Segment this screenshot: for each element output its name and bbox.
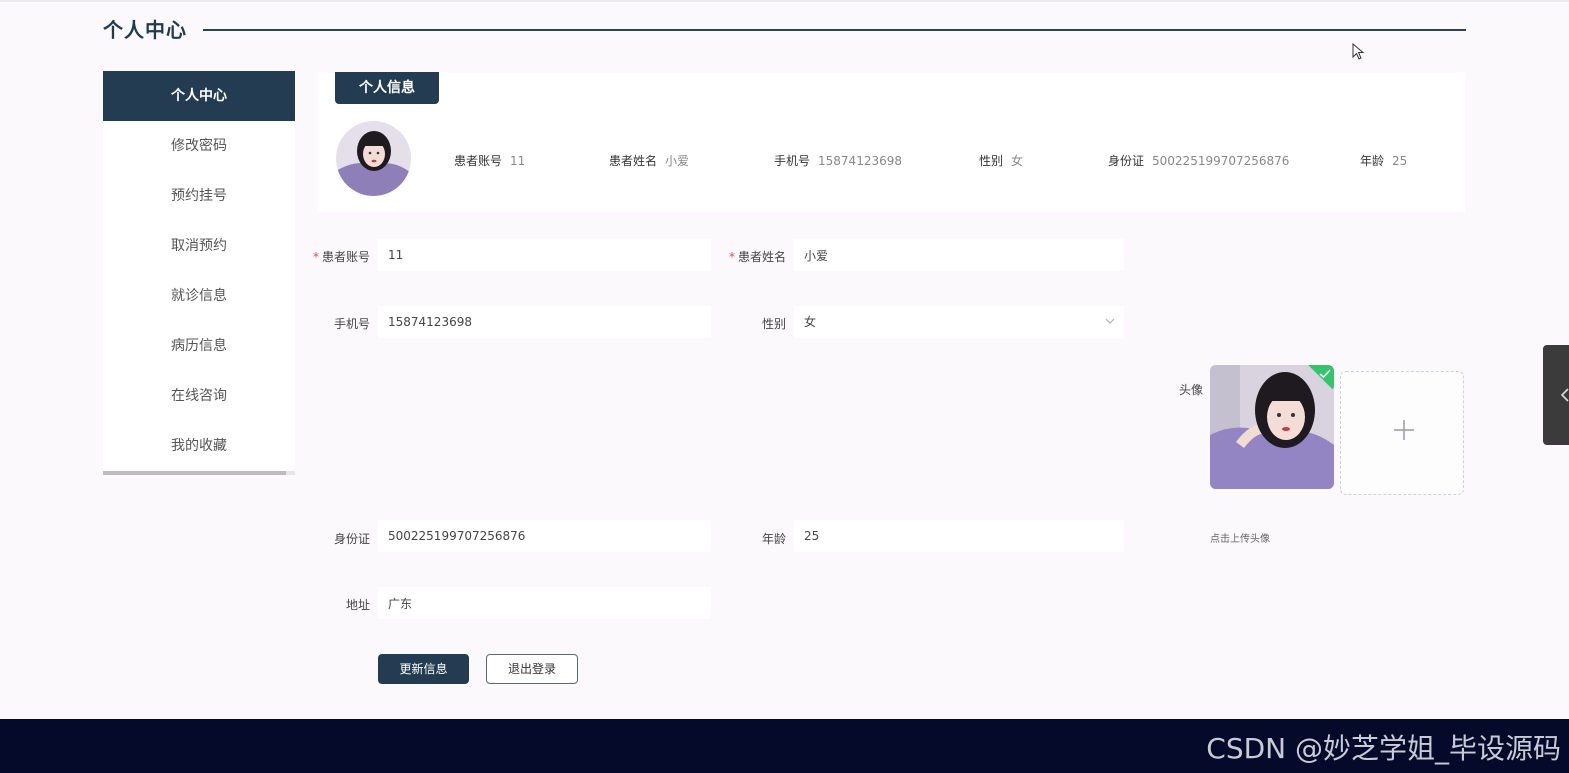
sidebar-item-online-consult[interactable]: 在线咨询 bbox=[103, 371, 295, 421]
tab-personal-info[interactable]: 个人信息 bbox=[335, 72, 439, 104]
info-account-value: 11 bbox=[510, 154, 526, 168]
logout-button[interactable]: 退出登录 bbox=[486, 654, 578, 684]
side-panel-toggle[interactable] bbox=[1543, 345, 1569, 445]
checkmark-icon bbox=[1319, 369, 1331, 379]
avatar-photo-icon bbox=[1210, 365, 1334, 489]
sidebar-item-medical-records[interactable]: 病历信息 bbox=[103, 321, 295, 371]
page-title: 个人中心 bbox=[103, 18, 187, 42]
account-label-text: 患者账号 bbox=[321, 250, 370, 264]
info-phone-label: 手机号 bbox=[774, 154, 811, 168]
info-age-value: 25 bbox=[1392, 154, 1408, 168]
info-account-label: 患者账号 bbox=[454, 154, 503, 168]
info-account: 患者账号 11 bbox=[454, 152, 525, 169]
sidebar-item-visit-info[interactable]: 就诊信息 bbox=[103, 271, 295, 321]
required-mark: * bbox=[312, 250, 319, 264]
mouse-cursor-icon bbox=[1352, 43, 1365, 60]
avatar-upload-preview[interactable] bbox=[1210, 365, 1334, 489]
info-id-card-value: 500225199707256876 bbox=[1152, 154, 1290, 168]
address-field-label: 地址 bbox=[345, 598, 370, 612]
age-field[interactable] bbox=[794, 520, 1124, 552]
sidebar-scrollbar-thumb[interactable] bbox=[103, 471, 286, 475]
age-field-label: 年龄 bbox=[761, 532, 786, 546]
title-divider bbox=[203, 29, 1466, 31]
account-field[interactable] bbox=[378, 239, 711, 271]
plus-icon bbox=[1394, 420, 1414, 440]
name-label-text: 患者姓名 bbox=[737, 250, 786, 264]
info-gender-value: 女 bbox=[1011, 154, 1024, 168]
required-mark: * bbox=[728, 250, 735, 264]
id-card-field-label: 身份证 bbox=[333, 532, 370, 546]
footer-bar: CSDN @妙芝学姐_毕设源码 bbox=[0, 719, 1569, 773]
info-id-card-label: 身份证 bbox=[1108, 154, 1145, 168]
phone-field[interactable] bbox=[378, 306, 711, 338]
gender-select[interactable]: 女 bbox=[794, 306, 1124, 338]
info-gender-label: 性别 bbox=[979, 154, 1004, 168]
watermark-text: CSDN @妙芝学姐_毕设源码 bbox=[1206, 732, 1561, 765]
account-field-label: * 患者账号 bbox=[300, 248, 370, 265]
info-gender: 性别女 bbox=[979, 152, 1023, 169]
chevron-down-icon bbox=[1105, 318, 1115, 324]
avatar bbox=[336, 121, 411, 196]
info-id-card: 身份证 500225199707256876 bbox=[1108, 152, 1289, 169]
sidebar-item-change-password[interactable]: 修改密码 bbox=[103, 121, 295, 171]
info-phone: 手机号 15874123698 bbox=[774, 152, 902, 169]
sidebar: 个人中心 修改密码 预约挂号 取消预约 就诊信息 病历信息 在线咨询 我的收藏 bbox=[103, 71, 295, 475]
sidebar-item-favorites[interactable]: 我的收藏 bbox=[103, 421, 295, 471]
avatar-field-label: 头像 bbox=[1178, 383, 1203, 397]
update-info-button[interactable]: 更新信息 bbox=[378, 654, 469, 684]
info-age: 年龄 25 bbox=[1360, 152, 1407, 169]
avatar-photo-icon bbox=[336, 121, 411, 196]
info-age-label: 年龄 bbox=[1360, 154, 1385, 168]
info-phone-value: 15874123698 bbox=[818, 154, 902, 168]
gender-select-value: 女 bbox=[804, 315, 817, 329]
name-field-label: * 患者姓名 bbox=[716, 248, 786, 265]
info-name: 患者姓名 小爱 bbox=[609, 152, 689, 169]
info-name-label: 患者姓名 bbox=[609, 154, 658, 168]
chevron-left-icon bbox=[1560, 388, 1569, 402]
avatar-upload-button[interactable] bbox=[1340, 371, 1464, 495]
name-field[interactable] bbox=[794, 239, 1124, 271]
id-card-field[interactable] bbox=[378, 520, 711, 552]
sidebar-scrollbar[interactable] bbox=[103, 471, 295, 475]
phone-field-label: 手机号 bbox=[333, 317, 370, 331]
profile-info-card: 个人信息 患者账号 11 患者姓名 小爱 手机号 15874123698 性别女 身份… bbox=[318, 72, 1465, 212]
sidebar-item-cancel-appointment[interactable]: 取消预约 bbox=[103, 221, 295, 271]
address-field[interactable] bbox=[378, 587, 711, 619]
sidebar-item-profile[interactable]: 个人中心 bbox=[103, 71, 295, 121]
gender-field-label: 性别 bbox=[761, 317, 786, 331]
info-name-value: 小爱 bbox=[665, 154, 690, 168]
top-border bbox=[0, 0, 1569, 2]
avatar-upload-hint: 点击上传头像 bbox=[1210, 534, 1270, 545]
sidebar-item-appointment[interactable]: 预约挂号 bbox=[103, 171, 295, 221]
